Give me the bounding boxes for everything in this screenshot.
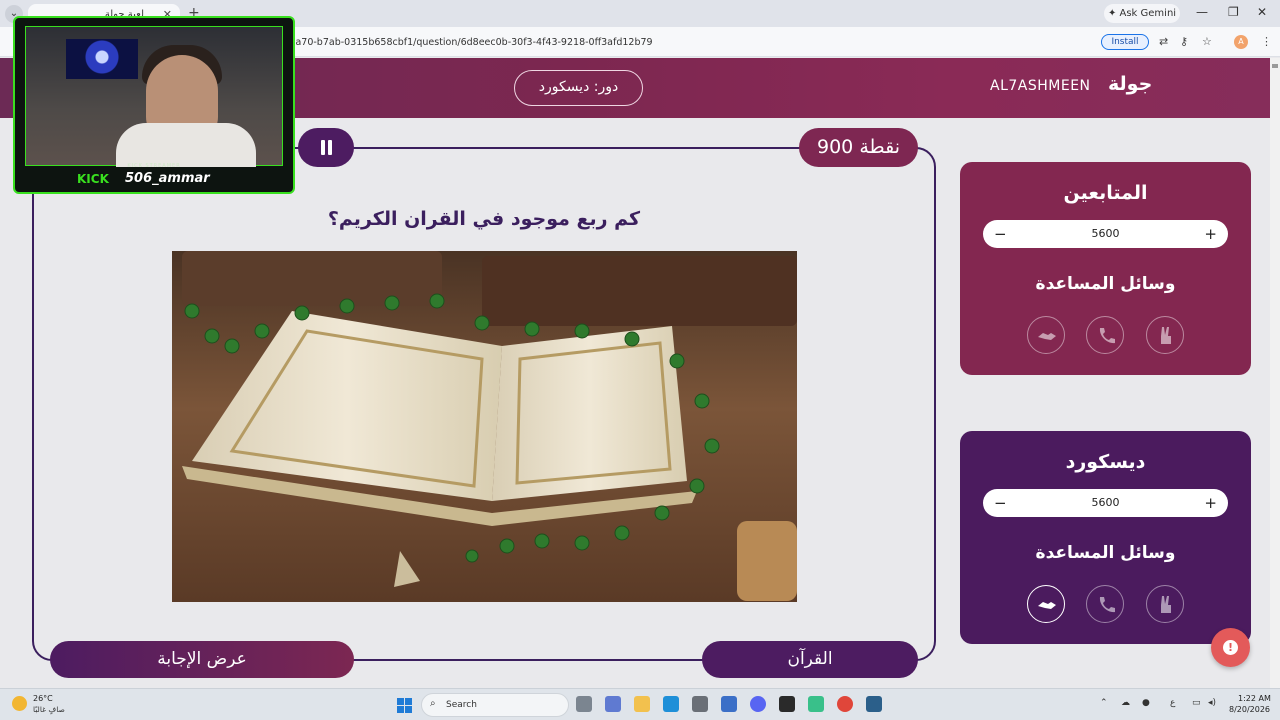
language-indicator[interactable]: ع (1170, 698, 1175, 708)
decrease-score-button[interactable]: − (994, 489, 1007, 517)
call-friend-aid-button[interactable] (1086, 585, 1124, 623)
mail-icon[interactable] (721, 696, 737, 712)
maximize-icon[interactable]: ❐ (1228, 5, 1239, 19)
increase-score-button[interactable]: + (1204, 489, 1217, 517)
weather-description[interactable]: صافٍ غالبًا (33, 705, 65, 714)
chrome-icon[interactable] (837, 696, 853, 712)
report-issue-button[interactable]: ! (1211, 628, 1250, 667)
increase-score-button[interactable]: + (1204, 220, 1217, 248)
page-scrollbar[interactable] (1270, 58, 1280, 688)
team-panel-discord: ديسكورد − 5600 + وسائل المساعدة (960, 431, 1251, 644)
stream-label: KICK STREAMER (127, 163, 181, 169)
aids-title: وسائل المساعدة (1035, 274, 1176, 294)
ask-gemini-button[interactable]: ✦ Ask Gemini (1104, 4, 1180, 23)
team-score: 5600 (1091, 496, 1120, 509)
team-title: المتابعين (1063, 182, 1148, 204)
alert-icon: ! (1223, 640, 1238, 655)
streamer-username: 506_ammar (125, 171, 210, 186)
handshake-icon (1038, 333, 1056, 340)
microphone-icon[interactable]: ● (1142, 698, 1150, 708)
app-logo[interactable]: جولة (1108, 73, 1152, 95)
profile-avatar[interactable]: A (1234, 35, 1248, 49)
pause-icon-bar (328, 140, 332, 155)
network-icon[interactable]: ▭ (1192, 698, 1201, 708)
category-label: القرآن (702, 641, 918, 678)
copilot-icon[interactable] (605, 696, 621, 712)
volume-icon[interactable]: ◂) (1208, 698, 1216, 708)
bookmark-star-icon[interactable]: ☆ (1202, 35, 1212, 48)
team-title: ديسكورد (1065, 451, 1146, 473)
phone-icon (1099, 597, 1115, 613)
question-image (172, 251, 797, 602)
password-key-icon[interactable]: ⚷ (1180, 35, 1188, 48)
task-view-icon[interactable] (576, 696, 592, 712)
file-explorer-icon[interactable] (634, 696, 650, 712)
address-bar[interactable]: -4a70-b7ab-0315b658cbf1/question/6d8eec0… (286, 37, 653, 48)
close-window-icon[interactable]: ✕ (1257, 5, 1267, 19)
show-answer-button[interactable]: عرض الإجابة (50, 641, 354, 678)
question-text: كم ربع موجود في القران الكريم؟ (327, 208, 641, 230)
pause-icon (321, 140, 325, 155)
streamer-webcam-overlay: KICK STREAMER KICK 506_ammar (13, 16, 295, 194)
victory-hand-icon (1161, 327, 1171, 344)
cloud-icon[interactable]: ☁ (1121, 698, 1130, 708)
install-label: Install (1111, 37, 1139, 47)
discord-icon[interactable] (750, 696, 766, 712)
tray-overflow-icon[interactable]: ⌃ (1100, 698, 1108, 708)
webcam-feed (25, 26, 283, 167)
search-icon: ⌕ (430, 698, 436, 709)
minimize-icon[interactable]: — (1196, 5, 1208, 19)
search-label: Search (446, 700, 477, 710)
edge-icon[interactable] (663, 696, 679, 712)
windows-taskbar: 26°C صافٍ غالبًا ⌕ Search ⌃ ☁ ● ع ▭ ◂) 1… (0, 688, 1280, 720)
score-stepper: − 5600 + (983, 220, 1228, 248)
taskbar-search[interactable]: ⌕ Search (421, 693, 569, 717)
aids-title: وسائل المساعدة (1035, 543, 1176, 563)
two-answers-aid-button[interactable] (1146, 585, 1184, 623)
victory-hand-icon (1161, 596, 1171, 613)
host-team-name: AL7ASHMEEN (990, 78, 1091, 94)
team-panel-followers: المتابعين − 5600 + وسائل المساعدة (960, 162, 1251, 375)
weather-temperature[interactable]: 26°C (33, 694, 53, 703)
background-monitor (66, 39, 138, 79)
team-score: 5600 (1091, 227, 1120, 240)
decrease-score-button[interactable]: − (994, 220, 1007, 248)
obs-icon[interactable] (779, 696, 795, 712)
phone-icon (1099, 328, 1115, 344)
ask-gemini-label: Ask Gemini (1119, 8, 1177, 19)
store-icon[interactable] (692, 696, 708, 712)
weather-sun-icon[interactable] (12, 696, 27, 711)
translate-icon[interactable]: ⇄ (1159, 35, 1168, 48)
score-stepper: − 5600 + (983, 489, 1228, 517)
scroll-up-arrow[interactable] (1272, 64, 1278, 68)
streamer-shirt (116, 123, 256, 167)
double-answer-aid-button[interactable] (1027, 316, 1065, 354)
chrome-menu-icon[interactable]: ⋮ (1261, 35, 1272, 48)
turn-indicator: دور: ديسكورد (514, 70, 643, 106)
clock-time[interactable]: 1:22 AM (1238, 694, 1271, 703)
app-icon[interactable] (808, 696, 824, 712)
clock-date[interactable]: 8/20/2026 (1229, 705, 1270, 714)
kick-logo: KICK (77, 172, 109, 186)
start-windows-icon[interactable] (397, 698, 412, 713)
two-answers-aid-button[interactable] (1146, 316, 1184, 354)
handshake-icon (1038, 602, 1056, 609)
pause-button[interactable] (298, 128, 354, 167)
steam-icon[interactable] (866, 696, 882, 712)
double-answer-aid-button[interactable] (1027, 585, 1065, 623)
call-friend-aid-button[interactable] (1086, 316, 1124, 354)
points-badge: 900 نقطة (799, 128, 918, 167)
install-app-button[interactable]: Install (1101, 34, 1149, 50)
quran-illustration (172, 251, 797, 602)
